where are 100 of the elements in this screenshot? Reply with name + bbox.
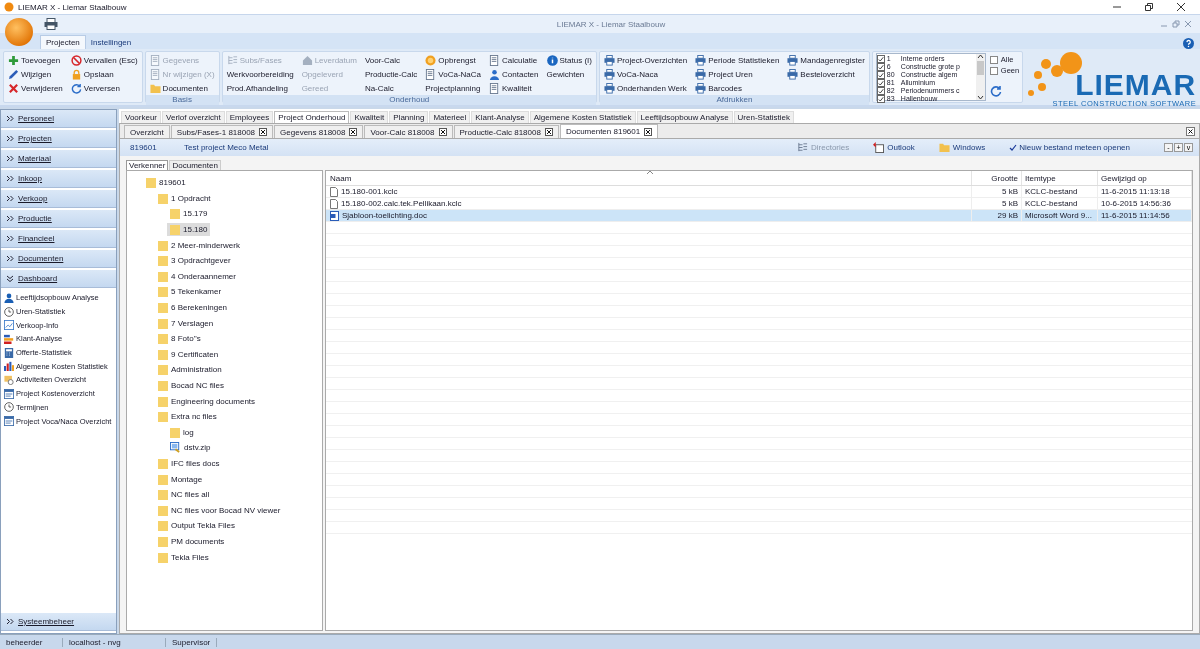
ribbon-button[interactable]: Periode Statistieken — [694, 54, 781, 67]
sidebar-section[interactable]: Materiaal — [1, 150, 116, 168]
folder-tree-item[interactable]: Tekla Files — [155, 550, 212, 564]
checkbox[interactable] — [876, 79, 885, 87]
folder-tree-item[interactable]: 1 Opdracht — [155, 191, 214, 205]
folder-tree-item[interactable]: 2 Meer-minderwerk — [155, 238, 243, 252]
ribbon-button[interactable]: Project Uren — [694, 68, 781, 81]
document-tab[interactable]: Productie-Calc 818008 — [453, 125, 559, 138]
document-tab[interactable]: Gegevens 818008 — [274, 125, 364, 138]
ribbon-button[interactable]: Project-Overzichten — [602, 54, 689, 67]
checkbox[interactable] — [876, 71, 885, 79]
ribbon-button[interactable]: Gewichten — [545, 68, 593, 81]
ribbon-button[interactable]: Productie-Calc — [363, 68, 419, 81]
scrollbar[interactable] — [975, 54, 985, 100]
ribbon-button[interactable]: Contacten — [488, 68, 540, 81]
folder-tree-item[interactable]: 6 Berekeningen — [155, 301, 231, 315]
checkbox[interactable] — [876, 95, 885, 103]
ribbon-button[interactable]: Calculatie — [488, 54, 540, 67]
scroll-down-icon[interactable] — [976, 95, 984, 100]
module-tab[interactable]: Voorkeur — [121, 111, 162, 123]
printer-icon[interactable] — [44, 18, 58, 30]
document-tab[interactable]: Voor-Calc 818008 — [364, 125, 453, 138]
module-tab[interactable]: Employees — [225, 111, 274, 123]
ribbon-button[interactable]: Opslaan — [69, 68, 139, 81]
folder-tree-item[interactable]: 9 Certificaten — [155, 347, 222, 361]
toolbar-button[interactable]: Windows — [938, 142, 996, 153]
module-tab[interactable]: Klant-Analyse — [471, 111, 529, 123]
scroll-up-icon[interactable] — [976, 54, 984, 59]
close-icon[interactable] — [544, 128, 553, 136]
folder-tree-item[interactable]: log — [167, 425, 197, 439]
ribbon-button[interactable]: Mandagenregister — [786, 54, 866, 67]
module-tab[interactable]: Planning — [389, 111, 429, 123]
folder-tree-item[interactable]: 7 Verslagen — [155, 316, 217, 330]
ribbon-button[interactable]: Verversen — [69, 82, 139, 95]
folder-tree-item[interactable]: 8 Foto''s — [155, 332, 204, 346]
column-header[interactable]: Gewijzigd op — [1098, 171, 1192, 185]
close-icon[interactable] — [259, 128, 268, 136]
ribbon-button[interactable]: Toevoegen — [7, 54, 64, 67]
sidebar-section[interactable]: Dashboard — [1, 270, 116, 288]
module-tab[interactable]: Algemene Kosten Statistiek — [529, 111, 636, 123]
folder-tree-item[interactable]: 15.180 — [167, 223, 211, 237]
sidebar-section[interactable]: Documenten — [1, 250, 116, 268]
document-tab[interactable]: Subs/Fases-1 818008 — [170, 125, 274, 138]
app-menu-orb[interactable] — [4, 17, 34, 47]
ribbon-button[interactable]: Status (I) — [545, 54, 593, 67]
module-tab[interactable]: Leeftijdsopbouw Analyse — [636, 111, 733, 123]
folder-tree-item[interactable]: 15.179 — [167, 207, 211, 221]
folder-tree-item[interactable]: PM documents — [155, 534, 228, 548]
close-icon[interactable] — [349, 128, 358, 136]
ribbon-button[interactable]: Documenten — [148, 82, 216, 95]
folder-tree-item[interactable]: dstv.zip — [167, 441, 214, 455]
module-tab[interactable]: Verlof overzicht — [162, 111, 225, 123]
close-icon[interactable] — [438, 128, 447, 136]
ribbon-button[interactable]: Opbrengst — [424, 54, 483, 67]
ribbon-button[interactable]: VoCa-NaCa — [424, 68, 483, 81]
open-file-checkbox[interactable]: Nieuw bestand meteen openen — [1009, 143, 1130, 152]
folder-tree-item[interactable]: Output Tekla Files — [155, 519, 238, 533]
sidebar-section[interactable]: Systeembeheer — [1, 613, 116, 631]
toolbar-button[interactable]: Outlook — [873, 142, 925, 153]
ribbon-button[interactable]: Wijzigen — [7, 68, 64, 81]
checkbox[interactable] — [876, 63, 885, 71]
maximize-icon[interactable] — [1144, 2, 1154, 12]
sidebar-section[interactable]: Personeel — [1, 110, 116, 128]
ribbon-button[interactable]: VoCa-Naca — [602, 68, 689, 81]
ribbon-button[interactable]: Prod.Afhandeling — [225, 82, 295, 95]
ribbon-button[interactable]: Verwijderen — [7, 82, 64, 95]
ribbon-button[interactable]: Onderhanden Werk — [602, 82, 689, 95]
folder-tree-item[interactable]: 4 Onderaannemer — [155, 269, 239, 283]
help-icon[interactable] — [1183, 38, 1194, 49]
module-tab[interactable]: Project Onderhoud — [274, 111, 350, 123]
close-icon[interactable] — [1176, 2, 1186, 12]
module-tab[interactable]: Uren-Statistiek — [733, 111, 795, 123]
document-tab[interactable]: Overzicht — [124, 125, 170, 138]
document-tab[interactable]: Documenten 819601 — [559, 124, 659, 138]
folder-tree-item[interactable]: 5 Tekenkamer — [155, 285, 225, 299]
module-tab[interactable]: Materieel — [429, 111, 471, 123]
module-tab[interactable]: Kwaliteit — [350, 111, 389, 123]
column-header[interactable]: Itemtype — [1022, 171, 1098, 185]
folder-tree-item[interactable]: Bocad NC files — [155, 379, 227, 392]
file-row[interactable]: Sjabloon-toelichting.doc 29 kB Microsoft Word 9... 11-6-2015 11:14:56 — [326, 210, 1192, 222]
sidebar-section[interactable]: Inkoop — [1, 170, 116, 188]
column-header[interactable]: Naam — [326, 171, 972, 185]
ribbon-button[interactable]: Voor-Calc — [363, 54, 419, 67]
close-icon[interactable] — [1186, 126, 1195, 136]
file-row[interactable]: 15.180-001.kclc 5 kB KCLC-bestand 11-6-2015 11:13:18 — [326, 186, 1192, 198]
sidebar-section[interactable]: Productie — [1, 210, 116, 228]
checkbox[interactable] — [876, 87, 885, 95]
folder-tree-item[interactable]: NC files voor Bocad NV viewer — [155, 503, 284, 517]
folder-tree-item[interactable]: NC files all — [155, 488, 213, 502]
ribbon-button[interactable]: Barcodes — [694, 82, 781, 95]
sidebar-section[interactable]: Projecten — [1, 130, 116, 148]
refresh-icon[interactable] — [989, 85, 1002, 97]
ribbon-button[interactable]: Projectplanning — [424, 82, 483, 95]
close-icon[interactable] — [644, 127, 653, 136]
folder-tree-item[interactable]: Administration — [155, 363, 225, 377]
sidebar-section[interactable]: Verkoop — [1, 190, 116, 208]
ribbon-button[interactable]: Vervallen (Esc) — [69, 54, 139, 67]
folder-tree-item[interactable]: Montage — [155, 472, 206, 486]
checkbox[interactable] — [876, 55, 885, 63]
ribbon-tab[interactable]: Projecten — [40, 35, 86, 49]
